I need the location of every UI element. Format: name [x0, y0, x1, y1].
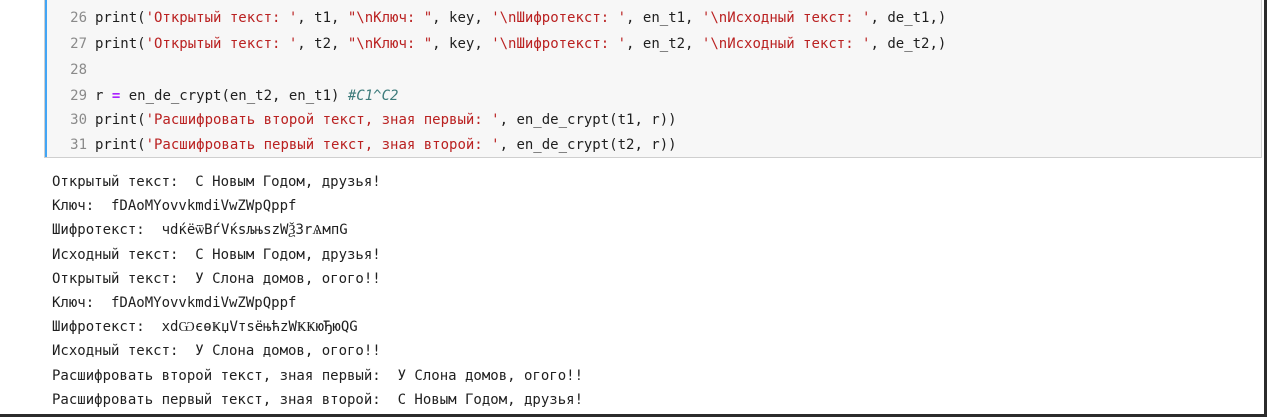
code-line[interactable]: 28: [47, 58, 95, 82]
output-line: Расшифровать первый текст, зная второй: …: [52, 391, 584, 408]
code-token: print(: [95, 112, 146, 128]
code-token: '\nИсходный текст: ': [701, 10, 871, 26]
code-token: , key,: [432, 10, 492, 26]
output-line: Ключ: fDAoMYovvkmdiVwZWpQppf: [52, 198, 297, 215]
code-token: , en_t1,: [626, 10, 702, 26]
code-token: , key,: [432, 36, 492, 52]
line-number: 26: [70, 10, 87, 26]
code-token: , de_t1,): [870, 10, 947, 26]
code-line[interactable]: 30 print('Расшифровать второй текст, зная…: [47, 108, 677, 132]
code-token: '\nШифротекст: ': [491, 36, 627, 52]
code-token: , t1,: [297, 10, 348, 26]
output-line: Исходный текст: У Слона домов, огого!!: [52, 343, 381, 360]
output-line: Открытый текст: У Слона домов, огого!!: [52, 270, 381, 287]
code-token: print(: [95, 137, 146, 153]
code-line[interactable]: 26 print('Открытый текст: ', t1, "\nКлюч:…: [47, 6, 946, 30]
code-token: print(: [95, 10, 146, 26]
code-token: 'Открытый текст: ': [145, 36, 298, 52]
code-line[interactable]: 29 r = en_de_crypt(en_t2, en_t1) #C1^C2: [47, 84, 398, 108]
code-token: , t2,: [297, 36, 348, 52]
code-token: print(: [95, 36, 146, 52]
code-token: en_de_crypt(en_t2, en_t1): [120, 88, 348, 104]
code-token: , en_de_crypt(t1, r)): [499, 112, 677, 128]
code-token: #C1^C2: [347, 88, 399, 104]
code-line[interactable]: 31 print('Расшифровать первый текст, зная…: [47, 133, 677, 157]
code-token: 'Расшифровать второй текст, зная первый:…: [145, 112, 500, 128]
line-number: 29: [70, 88, 87, 104]
code-token: , en_t2,: [626, 36, 702, 52]
code-token: , de_t2,): [870, 36, 947, 52]
line-number: 28: [70, 62, 87, 78]
code-token: , en_de_crypt(t2, r)): [499, 137, 677, 153]
output-line: Расшифровать второй текст, зная первый: …: [52, 367, 584, 384]
output-line: Ключ: fDAoMYovvkmdiVwZWpQppf: [52, 294, 297, 311]
code-token: r: [95, 88, 112, 104]
code-editor[interactable]: 26 print('Открытый текст: ', t1, "\nКлюч:…: [47, 0, 1261, 157]
notebook-frame: 26 print('Открытый текст: ', t1, "\nКлюч:…: [0, 0, 1267, 417]
output-line: Исходный текст: С Новым Годом, друзья!: [52, 246, 381, 263]
output-line: Шифротекст: чdќёѿВѓVќѕљњѕzWѮЗrѦмпG: [52, 222, 348, 239]
cell-output: Открытый текст: С Новым Годом, друзья! Кл…: [52, 170, 583, 412]
code-token: 'Расшифровать первый текст, зная второй:…: [145, 137, 500, 153]
line-number: 31: [70, 137, 87, 153]
code-line[interactable]: 27 print('Открытый текст: ', t2, "\nКлюч:…: [47, 32, 946, 56]
output-line: Открытый текст: С Новым Годом, друзья!: [52, 174, 381, 190]
code-token: 'Открытый текст: ': [145, 10, 298, 26]
code-token: "\nКлюч: ": [347, 10, 433, 26]
code-cell[interactable]: 26 print('Открытый текст: ', t1, "\nКлюч:…: [44, 0, 1262, 158]
code-token: '\nИсходный текст: ': [701, 36, 871, 52]
line-number: 30: [70, 112, 87, 128]
output-line: Шифротекст: xdѠєѳҜџVтѕёњћzWҜҜюЂюQG: [52, 319, 358, 336]
code-token: '\nШифротекст: ': [491, 10, 627, 26]
line-number: 27: [70, 36, 87, 52]
code-token: "\nКлюч: ": [347, 36, 433, 52]
